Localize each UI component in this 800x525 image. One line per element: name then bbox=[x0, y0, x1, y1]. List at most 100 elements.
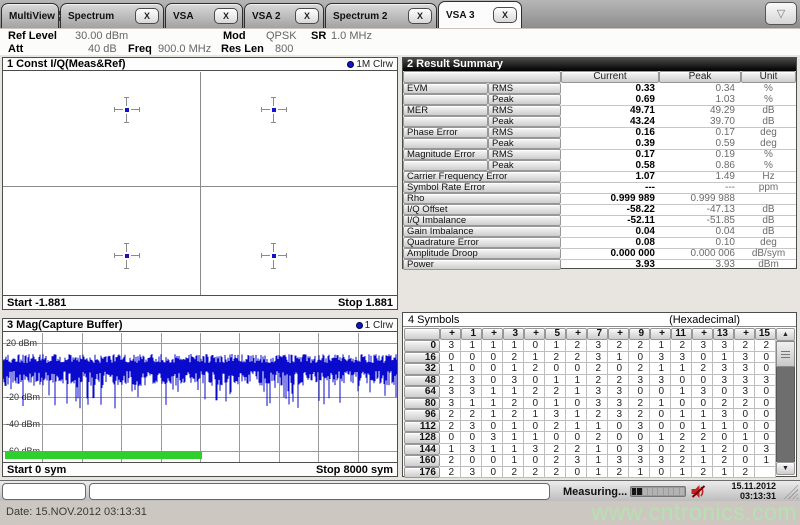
symbols-format-label: (Hexadecimal) bbox=[669, 313, 740, 326]
symbol-value-cell: 3 bbox=[734, 374, 755, 386]
tab-spectrum-2[interactable]: Spectrum 2 X bbox=[325, 3, 437, 28]
resize-grip-icon[interactable] bbox=[783, 484, 798, 499]
res-len-label: Res Len bbox=[221, 43, 264, 55]
sr-value[interactable]: 1.0 MHz bbox=[331, 30, 372, 42]
symbol-value-cell: 1 bbox=[650, 397, 671, 409]
att-value[interactable]: 40 dB bbox=[88, 43, 117, 55]
symbol-value-cell: 1 bbox=[566, 374, 587, 386]
symbol-value-cell: 3 bbox=[587, 386, 608, 398]
symbol-value-cell: 1 bbox=[503, 443, 524, 455]
const-window-titlebar[interactable]: 1 Const I/Q(Meas&Ref) 1M Clrw bbox=[3, 58, 397, 71]
symbols-row-index: 32 bbox=[404, 363, 440, 375]
symbol-value-cell: 2 bbox=[629, 363, 650, 375]
constellation-plot[interactable] bbox=[3, 72, 397, 295]
capture-buffer-plot[interactable]: 20 dBm-20 dBm-40 dBm-60 dBm bbox=[3, 333, 397, 462]
symbols-row-index: 96 bbox=[404, 409, 440, 421]
symbols-row: 128 0 0 3 1 1 0 0 2 0 0 1 2 2 0 1 0 bbox=[404, 432, 776, 444]
tab-close-button[interactable]: X bbox=[214, 8, 238, 24]
symbol-value-cell: 0 bbox=[650, 409, 671, 421]
symbol-value-cell: 3 bbox=[650, 351, 671, 363]
progress-segment bbox=[674, 488, 679, 495]
symbol-value-cell: 2 bbox=[524, 363, 545, 375]
symbols-scrollbar[interactable]: ▲ ▼ bbox=[776, 328, 795, 475]
tab-spectrum[interactable]: Spectrum X bbox=[60, 3, 164, 28]
tab-overflow-button[interactable]: ▽ bbox=[765, 2, 797, 25]
freq-value[interactable]: 900.0 MHz bbox=[158, 43, 211, 55]
rs-param-name: Quadrature Error bbox=[403, 237, 561, 248]
symbol-value-cell: 2 bbox=[461, 409, 482, 421]
symbol-value-cell: 0 bbox=[713, 432, 734, 444]
result-row: Power 3.93 3.93 dBm bbox=[403, 259, 796, 270]
symbol-value-cell: 3 bbox=[755, 443, 776, 455]
status-input-main[interactable] bbox=[89, 483, 550, 500]
tab-label: Spectrum bbox=[68, 10, 115, 22]
symbol-value-cell: 3 bbox=[671, 351, 692, 363]
tab-vsa[interactable]: VSA X bbox=[165, 3, 243, 28]
scroll-down-icon[interactable]: ▼ bbox=[776, 462, 795, 475]
rs-peak-value: 0.04 bbox=[659, 226, 741, 237]
symbol-value-cell: 1 bbox=[524, 351, 545, 363]
symbol-value-cell: 2 bbox=[671, 432, 692, 444]
rs-peak-value: 1.49 bbox=[659, 171, 741, 182]
symbols-corner-cell bbox=[404, 328, 440, 340]
rs-current-value: 0.69 bbox=[635, 94, 655, 105]
symbols-row: 32 1 0 0 1 2 0 0 2 0 2 1 1 2 3 3 0 bbox=[404, 363, 776, 375]
symbol-value-cell: 1 bbox=[482, 443, 503, 455]
symbol-value-cell: 3 bbox=[713, 409, 734, 421]
tab-close-button[interactable]: X bbox=[295, 8, 319, 24]
symbol-value-cell: 2 bbox=[734, 340, 755, 352]
const-iq-window: 1 Const I/Q(Meas&Ref) 1M Clrw Start -1.8… bbox=[2, 57, 398, 310]
rs-current-value: 1.07 bbox=[561, 171, 659, 182]
scroll-up-icon[interactable]: ▲ bbox=[776, 328, 795, 341]
tab-bar: MultiView Spectrum X VSA X VSA 2 X Spectrum 2XV… bbox=[0, 0, 800, 28]
rs-param-sub: RMS bbox=[488, 127, 561, 138]
status-input-left[interactable] bbox=[2, 483, 86, 500]
symbols-col-header: 15 bbox=[755, 328, 776, 340]
scrollbar-track[interactable] bbox=[776, 367, 795, 462]
tab-vsa-2[interactable]: VSA 2 X bbox=[244, 3, 324, 28]
symbols-titlebar[interactable]: 4 Symbols (Hexadecimal) bbox=[403, 313, 796, 327]
capture-window-titlebar[interactable]: 3 Mag(Capture Buffer) 1 Clrw bbox=[3, 319, 397, 332]
progress-segment bbox=[637, 488, 642, 495]
result-summary-titlebar[interactable]: 2 Result Summary bbox=[403, 58, 796, 71]
symbol-value-cell: 3 bbox=[440, 386, 461, 398]
symbols-row-index: 128 bbox=[404, 432, 440, 444]
rs-current-value: 0.39 bbox=[635, 138, 655, 149]
symbol-value-cell: 1 bbox=[482, 409, 503, 421]
const-axis-labels: Start -1.881 Stop 1.881 bbox=[3, 295, 397, 309]
symbol-value-cell: 1 bbox=[545, 374, 566, 386]
mod-value[interactable]: QPSK bbox=[266, 30, 297, 42]
ref-level-value[interactable]: 30.00 dBm bbox=[75, 30, 128, 42]
symbol-value-cell: 1 bbox=[692, 443, 713, 455]
tab-close-button[interactable]: X bbox=[135, 8, 159, 24]
tab-close-button[interactable]: X bbox=[408, 8, 432, 24]
symbol-value-cell: 2 bbox=[734, 397, 755, 409]
symbol-value-cell: 3 bbox=[545, 409, 566, 421]
symbol-value-cell: 0 bbox=[755, 409, 776, 421]
mag-capture-window: 3 Mag(Capture Buffer) 1 Clrw 20 dBm -20 d… bbox=[2, 318, 398, 477]
symbol-value-cell: 0 bbox=[734, 420, 755, 432]
symbol-value-cell: 1 bbox=[713, 420, 734, 432]
symbol-value-cell: 3 bbox=[608, 409, 629, 421]
symbols-col-header: + bbox=[566, 328, 587, 340]
res-len-value[interactable]: 800 bbox=[275, 43, 293, 55]
speaker-muted-icon bbox=[691, 485, 706, 498]
symbol-value-cell: 0 bbox=[524, 374, 545, 386]
symbol-value-cell: 0 bbox=[650, 420, 671, 432]
symbol-value-cell: 2 bbox=[587, 409, 608, 421]
tab-vsa-3[interactable]: VSA 3 X bbox=[438, 1, 522, 28]
symbol-value-cell: 0 bbox=[461, 432, 482, 444]
symbol-value-cell: 0 bbox=[461, 363, 482, 375]
symbol-value-cell: 0 bbox=[692, 374, 713, 386]
symbols-row: 64 3 3 1 1 2 2 1 3 3 0 0 1 3 0 3 0 bbox=[404, 386, 776, 398]
symbol-value-cell: 0 bbox=[629, 386, 650, 398]
symbol-value-cell: 1 bbox=[461, 397, 482, 409]
scrollbar-thumb[interactable] bbox=[776, 341, 795, 367]
symbols-row: 03111012322123322 bbox=[404, 340, 776, 352]
symbol-value-cell: 1 bbox=[650, 432, 671, 444]
tab-close-button[interactable]: X bbox=[493, 7, 517, 23]
rs-current-value: 0.08 bbox=[561, 237, 659, 248]
tab-multiview[interactable]: MultiView bbox=[1, 3, 63, 28]
symbol-value-cell: 1 bbox=[503, 340, 524, 352]
rs-peak-value: 49.29 bbox=[659, 105, 741, 116]
